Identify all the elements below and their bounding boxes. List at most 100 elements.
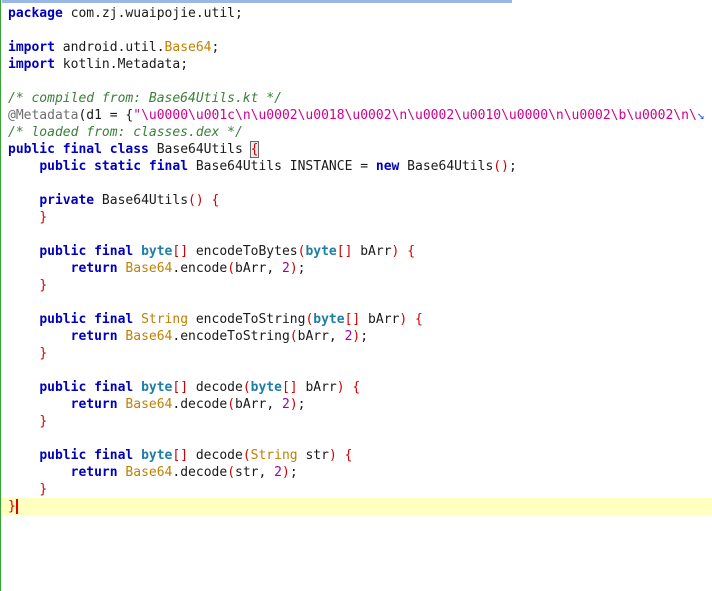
method-call: .encode	[172, 261, 228, 276]
semicolon: ;	[297, 261, 306, 276]
code-line-21: }	[8, 345, 712, 362]
method-call: .encodeToString	[172, 329, 290, 344]
class-ref: Base64	[164, 40, 212, 55]
code-line-8: /* loaded from: classes.dex */	[8, 124, 712, 141]
semicolon: ;	[360, 329, 369, 344]
string-literal: "\u0000\u001c\n\u0002\u0018\u0002\n\u000…	[133, 108, 697, 123]
class-ref: String	[141, 312, 189, 327]
array-brackets: []	[281, 380, 298, 395]
annotation: @Metadata	[8, 108, 79, 123]
args: bArr,	[297, 329, 345, 344]
close-paren: )	[336, 380, 345, 395]
code-line-20: return Base64.encodeToString(bArr, 2);	[8, 328, 712, 345]
number-literal: 2	[274, 465, 282, 480]
keyword: public final	[39, 244, 134, 259]
comment: /* loaded from: classes.dex */	[8, 125, 243, 140]
code-line-24: return Base64.decode(bArr, 2);	[8, 396, 712, 413]
number-literal: 2	[281, 261, 290, 276]
code-line-27: public final byte[] decode(String str) {	[8, 447, 712, 464]
brace-match: {	[249, 141, 260, 158]
code-line-3: import android.util.Base64;	[8, 39, 712, 56]
keyword: return	[70, 329, 118, 344]
method-name: encodeToBytes	[188, 244, 298, 259]
primitive-type: byte	[141, 380, 173, 395]
import-path: kotlin.Metadata;	[54, 57, 189, 72]
code-editor[interactable]: package com.zj.wuaipojie.util; import an…	[0, 0, 712, 591]
keyword: public final class	[8, 142, 149, 157]
array-brackets: []	[172, 244, 189, 259]
code-line-1: package com.zj.wuaipojie.util;	[8, 5, 712, 22]
keyword: public static final	[39, 159, 189, 174]
class-ref: Base64	[125, 397, 173, 412]
text-caret	[15, 499, 18, 514]
semicolon: ;	[211, 40, 220, 55]
open-paren: (	[227, 397, 236, 412]
keyword: public final	[39, 380, 134, 395]
class-ref: String	[250, 448, 298, 463]
open-brace: {	[407, 244, 416, 259]
keyword: import	[8, 40, 55, 55]
code-line-10: public static final Base64Utils INSTANCE…	[8, 158, 712, 175]
code-line-9: public final class Base64Utils {	[8, 141, 712, 158]
open-paren: (	[242, 448, 251, 463]
method-name: encodeToString	[188, 312, 306, 327]
param-name: str	[297, 448, 329, 463]
code-line-19: public final String encodeToString(byte[…	[8, 311, 712, 328]
code-line-25: }	[8, 413, 712, 430]
code-line-30-current[interactable]: }	[2, 498, 712, 515]
class-ref: Base64	[125, 261, 173, 276]
class-ref: Base64	[125, 329, 173, 344]
close-paren: )	[289, 261, 298, 276]
close-brace: }	[39, 346, 48, 361]
constructor-call: Base64Utils	[399, 159, 494, 174]
close-paren: )	[289, 397, 298, 412]
code-line-7: @Metadata(d1 = {"\u0000\u001c\n\u0002\u0…	[8, 107, 712, 124]
param-name: bArr	[352, 244, 392, 259]
code-area[interactable]: package com.zj.wuaipojie.util; import an…	[2, 5, 712, 515]
open-paren: (	[227, 261, 236, 276]
method-call: .decode	[172, 397, 228, 412]
keyword: return	[70, 261, 118, 276]
param-name: bArr	[360, 312, 400, 327]
number-literal: 2	[281, 397, 290, 412]
parens: ()	[493, 159, 509, 174]
close-brace: }	[39, 414, 48, 429]
code-line-17: }	[8, 277, 712, 294]
primitive-type: byte	[141, 244, 173, 259]
close-brace: }	[39, 278, 48, 293]
open-brace: {	[352, 380, 361, 395]
field-decl: Base64Utils INSTANCE =	[188, 159, 376, 174]
code-line-15: public final byte[] encodeToBytes(byte[]…	[8, 243, 712, 260]
keyword: return	[70, 397, 118, 412]
code-line-4: import kotlin.Metadata;	[8, 56, 712, 73]
code-line-16: return Base64.encode(bArr, 2);	[8, 260, 712, 277]
code-line-29: }	[8, 481, 712, 498]
code-line-13: }	[8, 209, 712, 226]
primitive-type: byte	[305, 244, 337, 259]
args: str,	[235, 465, 275, 480]
package-name: com.zj.wuaipojie.util;	[62, 6, 243, 21]
primitive-type: byte	[250, 380, 282, 395]
keyword: import	[8, 57, 55, 72]
open-brace: {	[344, 448, 353, 463]
open-paren: (	[227, 465, 236, 480]
method-name: Base64Utils	[94, 193, 189, 208]
semicolon: ;	[289, 465, 298, 480]
args: bArr,	[235, 261, 282, 276]
code-line-23: public final byte[] decode(byte[] bArr) …	[8, 379, 712, 396]
code-line-28: return Base64.decode(str, 2);	[8, 464, 712, 481]
keyword: new	[375, 159, 400, 174]
code-line-6: /* compiled from: Base64Utils.kt */	[8, 90, 712, 107]
keyword: private	[39, 193, 95, 208]
parens: ()	[188, 193, 204, 208]
method-call: .decode	[172, 465, 228, 480]
array-brackets: []	[336, 244, 353, 259]
